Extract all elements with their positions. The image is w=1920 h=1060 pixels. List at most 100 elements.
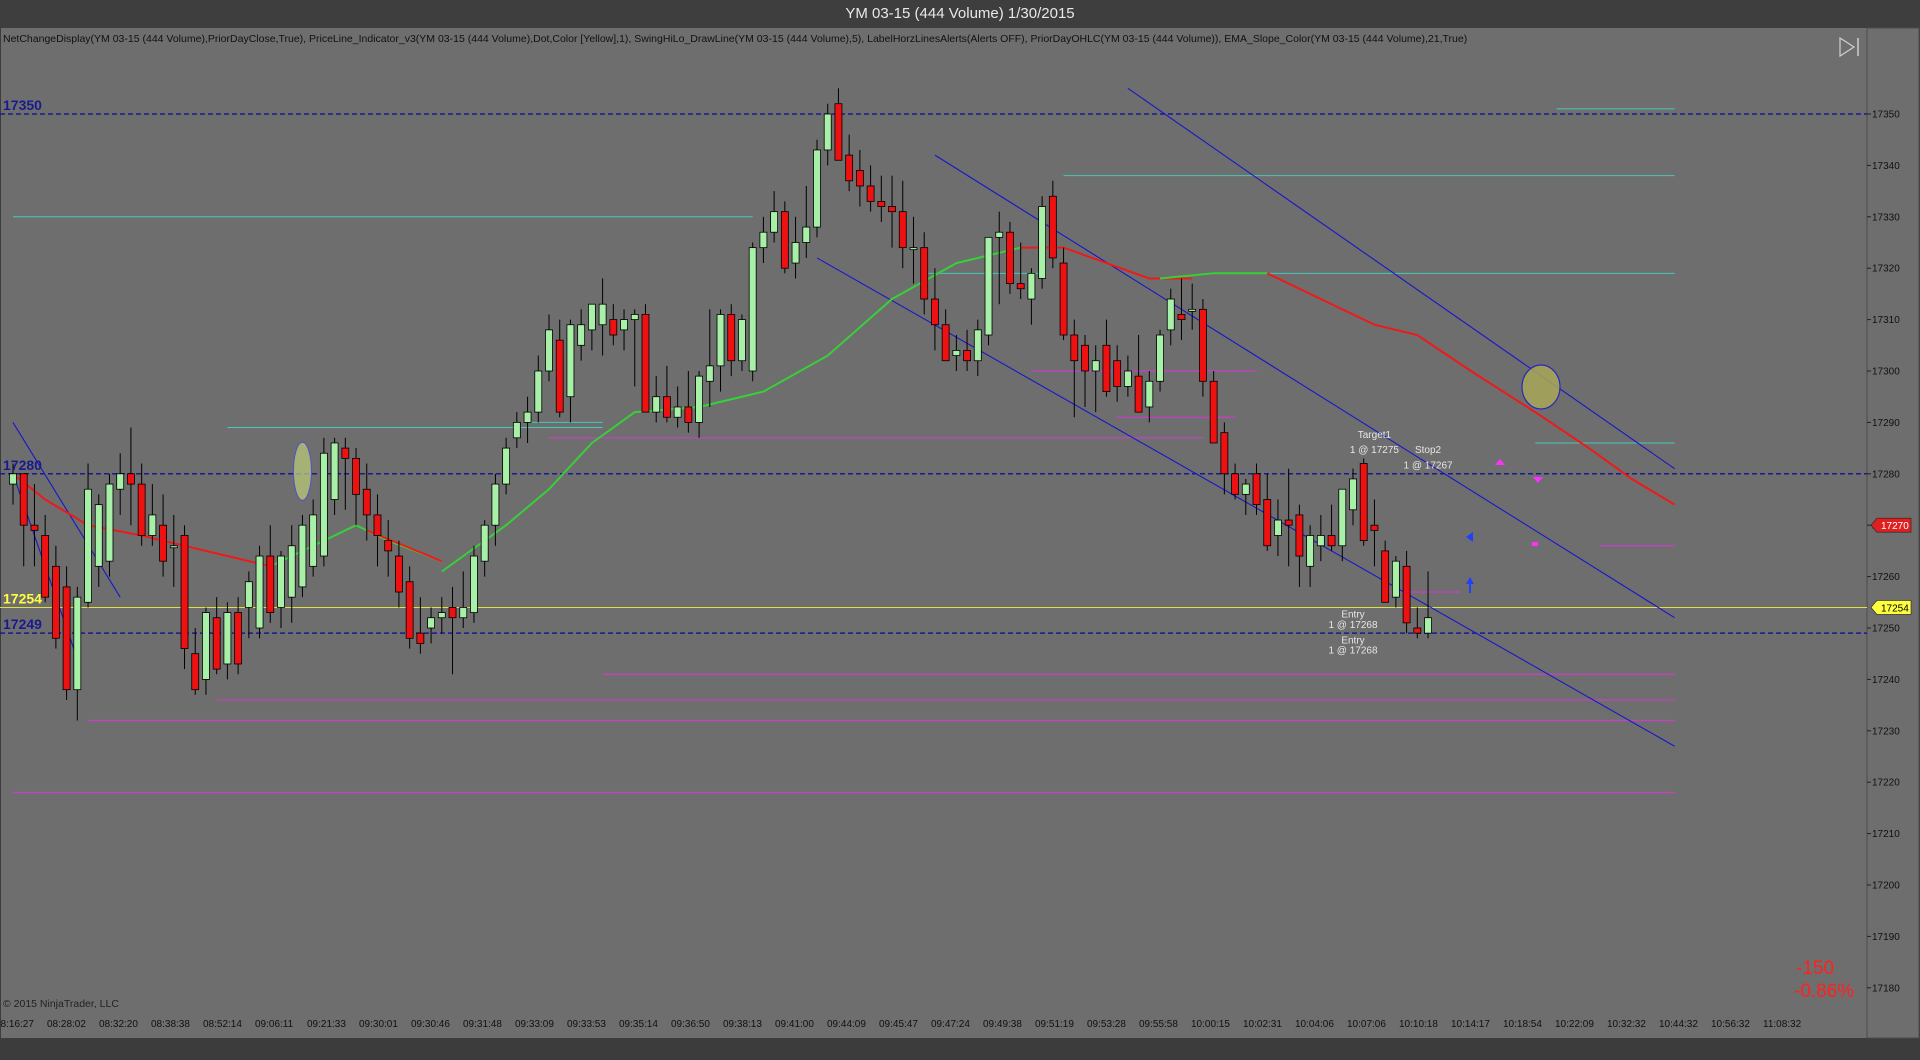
x-tick-label: 09:53:28 (1087, 1019, 1126, 1030)
candle-body (609, 319, 618, 336)
candle-body (1145, 380, 1154, 408)
candle-body (287, 545, 296, 598)
x-tick-label: 08:32:20 (99, 1019, 138, 1030)
price-level-label: 17280 (3, 457, 42, 473)
x-tick-label: 09:21:33 (307, 1019, 346, 1030)
candle-body (373, 514, 382, 536)
candle-body (952, 350, 961, 356)
x-tick-label: 08:28:02 (47, 1019, 86, 1030)
candle-body (1048, 195, 1057, 259)
candle-body (512, 421, 521, 439)
candle-body (1166, 298, 1175, 331)
candle-body (94, 504, 103, 567)
candle-body (352, 457, 360, 495)
candle-body (1027, 272, 1036, 300)
plot-area[interactable] (1, 28, 1867, 1038)
candle-body (62, 586, 71, 691)
indicator-list: NetChangeDisplay(YM 03-15 (444 Volume),P… (3, 33, 1467, 45)
candle-body (502, 447, 511, 485)
x-tick-label: 09:31:48 (463, 1019, 502, 1030)
candle-body (770, 211, 779, 233)
x-tick-label: 08:38:38 (151, 1019, 190, 1030)
candle-body (963, 350, 971, 362)
y-tick-label: 17310 (1872, 315, 1900, 326)
y-tick-label: 17220 (1872, 778, 1900, 789)
price-level-label: 17249 (3, 616, 42, 632)
candle-body (234, 612, 243, 665)
candle-body (1016, 283, 1025, 290)
x-tick-label: 08:52:14 (203, 1019, 242, 1030)
candle-body (641, 314, 650, 413)
candle-body (1370, 524, 1379, 531)
candle-body (212, 617, 221, 670)
candle-body (909, 247, 918, 251)
x-tick-label: 09:55:58 (1139, 1019, 1178, 1030)
x-tick-label: 09:33:09 (515, 1019, 554, 1030)
candle-body (1284, 519, 1293, 526)
candle-body (663, 396, 671, 418)
candle-body (898, 211, 907, 249)
x-tick-label: 10:18:54 (1503, 1019, 1542, 1030)
candle-body (459, 607, 468, 619)
highlight-ellipse (292, 441, 312, 501)
chart-frame[interactable]: NetChangeDisplay(YM 03-15 (444 Volume),P… (0, 27, 1920, 1055)
candle-body (1349, 478, 1357, 511)
order-annotation: 1 @ 17268 (1328, 620, 1378, 631)
highlight-ellipse (1521, 364, 1561, 410)
candle-body (931, 298, 939, 326)
x-tick-label: 09:35:14 (619, 1019, 658, 1030)
candle-body (1295, 514, 1304, 557)
candle-body (673, 406, 682, 418)
candle-body (545, 329, 553, 372)
candle-body (416, 632, 425, 644)
candle-body (813, 149, 821, 228)
candle-body (888, 206, 896, 213)
candle-body (973, 329, 982, 362)
candle-body (1306, 535, 1315, 567)
y-tick-label: 17190 (1872, 932, 1900, 943)
candle-body (855, 170, 864, 187)
x-tick-label: 09:44:09 (827, 1019, 866, 1030)
candle-body (319, 452, 328, 557)
candle-body (41, 535, 50, 598)
order-dot (1532, 542, 1538, 546)
candle-body (180, 535, 189, 649)
candle-body (845, 154, 854, 182)
y-tick-label: 17260 (1872, 572, 1900, 583)
candle-body (1038, 206, 1047, 279)
y-tick-label: 17280 (1872, 469, 1900, 480)
candle-body (9, 473, 17, 485)
candle-body (1338, 488, 1347, 547)
x-tick-label: 09:38:13 (723, 1019, 762, 1030)
price-marker-text: 17254 (1881, 603, 1909, 614)
candle-body (684, 406, 693, 423)
candle-body (1241, 483, 1250, 495)
candle-body (1413, 627, 1422, 634)
candle-body (298, 524, 307, 588)
x-tick-label: 10:14:17 (1451, 1019, 1490, 1030)
order-annotation: 1 @ 17275 (1350, 445, 1400, 456)
candle-body (1263, 499, 1272, 547)
x-tick-label: 11:08:32 (1763, 1019, 1802, 1030)
x-tick-label: 10:32:32 (1607, 1019, 1646, 1030)
y-tick-label: 17180 (1872, 983, 1900, 994)
candle-body (73, 596, 82, 691)
y-tick-label: 17250 (1872, 624, 1900, 635)
price-level-label: 17350 (3, 97, 42, 113)
price-chart[interactable]: NetChangeDisplay(YM 03-15 (444 Volume),P… (0, 27, 1920, 1055)
candle-body (823, 113, 832, 151)
x-tick-label: 10:07:06 (1347, 1019, 1386, 1030)
x-tick-label: 10:10:18 (1399, 1019, 1438, 1030)
y-tick-label: 17200 (1872, 881, 1900, 892)
candle-body (448, 607, 457, 619)
candle-body (137, 483, 146, 536)
net-change-percent: -0.86% (1794, 981, 1854, 1002)
candle-body (748, 247, 757, 372)
price-marker-text: 17270 (1881, 521, 1909, 532)
y-tick-label: 17350 (1872, 110, 1900, 121)
y-tick-label: 17240 (1872, 675, 1900, 686)
candle-body (1091, 360, 1100, 372)
candle-body (577, 324, 586, 346)
order-annotation: 1 @ 17267 (1404, 461, 1454, 472)
candle-body (1402, 565, 1411, 624)
